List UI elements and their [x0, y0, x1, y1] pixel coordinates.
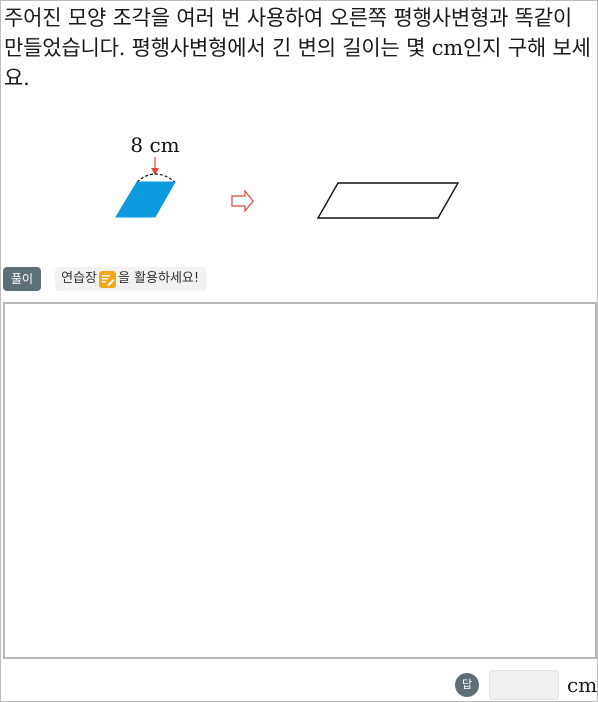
answer-input[interactable] — [489, 670, 559, 700]
empty-parallelogram — [316, 182, 460, 219]
practice-label-before: 연습장 — [61, 271, 97, 286]
answer-badge: 답 — [455, 673, 479, 697]
piece-length-label: 8 cm — [130, 133, 179, 157]
question-text: 주어진 모양 조각을 여러 번 사용하여 오른쪽 평행사변형과 똑같이 만들었습… — [4, 6, 591, 90]
solution-badge: 풀이 — [3, 267, 42, 291]
pointer-arrow-icon — [151, 157, 159, 175]
figure: 8 cm — [1, 119, 598, 239]
figure-canvas: 8 cm — [115, 133, 460, 219]
dashed-arc — [136, 173, 176, 183]
pencil-note-icon[interactable] — [98, 270, 116, 288]
blue-parallelogram-piece — [115, 181, 176, 218]
question-frame: 주어진 모양 조각을 여러 번 사용하여 오른쪽 평행사변형과 똑같이 만들었습… — [0, 0, 598, 702]
answer-unit: cm — [567, 673, 598, 697]
practice-pad-button[interactable]: 연습장 을 활용하세요! — [55, 267, 208, 291]
practice-label-after: 을 활용하세요! — [117, 271, 200, 286]
solution-row: 풀이 연습장 을 활용하세요! — [3, 266, 208, 292]
hollow-right-arrow-icon — [231, 189, 254, 213]
answer-row: 답 cm — [455, 669, 597, 701]
scratch-work-area[interactable] — [3, 302, 597, 659]
